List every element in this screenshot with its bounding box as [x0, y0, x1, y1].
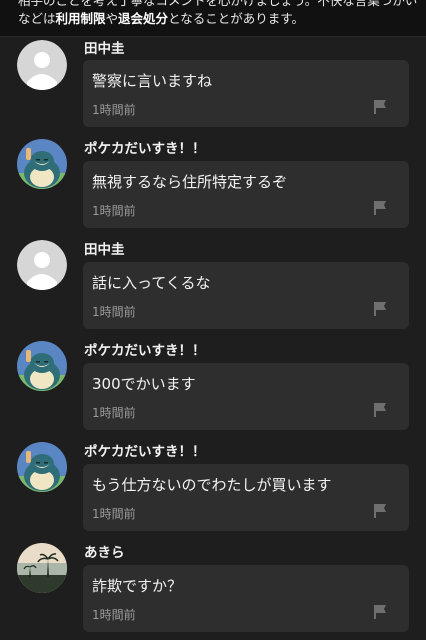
notice-line-1: 相手のことを考え丁寧なコメントを心がけましょう。不快な言葉づかい: [18, 0, 418, 8]
notice-account-suspension: 退会処分: [118, 11, 169, 26]
comment-bubble: 無視するなら住所特定するぞ 1時間前: [83, 161, 409, 228]
comment-item: ポケカだいすき！！ 無視するなら住所特定するぞ 1時間前: [0, 139, 426, 239]
comment-item: ポケカだいすき！！ もう仕方ないのでわたしが買います 1時間前: [0, 442, 426, 542]
comment-item: あきら 詐欺ですか？ 1時間前: [0, 543, 426, 640]
comment-bubble: もう仕方ないのでわたしが買います 1時間前: [83, 464, 409, 531]
comment-username[interactable]: ポケカだいすき！！: [84, 137, 206, 157]
comment-username[interactable]: あきら: [84, 541, 125, 561]
default-avatar[interactable]: [17, 40, 67, 90]
comment-timestamp: 1時間前: [92, 507, 136, 521]
notice-text: となることがあります。: [168, 11, 304, 26]
comment-text: 話に入ってくるな: [92, 274, 211, 292]
flag-icon[interactable]: [373, 604, 387, 620]
snorlax-avatar[interactable]: [17, 341, 67, 391]
comment-timestamp: 1時間前: [92, 103, 136, 117]
comment-timestamp: 1時間前: [92, 204, 136, 218]
comment-text: 警察に言いますね: [92, 72, 213, 90]
default-avatar[interactable]: [17, 240, 67, 290]
comment-text: 無視するなら住所特定するぞ: [92, 173, 288, 191]
flag-icon[interactable]: [373, 301, 387, 317]
comment-text: 詐欺ですか？: [92, 577, 183, 595]
flag-icon[interactable]: [373, 503, 387, 519]
comment-bubble: 話に入ってくるな 1時間前: [83, 262, 409, 329]
snorlax-avatar[interactable]: [17, 139, 67, 189]
flag-icon[interactable]: [373, 200, 387, 216]
notice-text: などは: [18, 11, 56, 26]
comment-timestamp: 1時間前: [92, 406, 136, 420]
notice-line-2: などは利用制限や退会処分となることがあります。: [18, 11, 304, 27]
landscape-avatar[interactable]: [17, 543, 67, 593]
comment-item: ポケカだいすき！！ 300でかいます 1時間前: [0, 341, 426, 441]
comment-thread: 相手のことを考え丁寧なコメントを心がけましょう。不快な言葉づかい などは利用制限…: [0, 0, 426, 640]
comment-timestamp: 1時間前: [92, 305, 136, 319]
comment-item: 田中圭 話に入ってくるな 1時間前: [0, 240, 426, 340]
comment-bubble: 300でかいます 1時間前: [83, 363, 409, 430]
comment-username[interactable]: 田中圭: [84, 238, 125, 258]
notice-usage-restriction: 利用制限: [55, 11, 106, 26]
comment-bubble: 警察に言いますね 1時間前: [83, 60, 409, 127]
comment-username[interactable]: 田中圭: [84, 37, 125, 57]
comment-username[interactable]: ポケカだいすき！！: [84, 440, 206, 460]
comment-text: 300でかいます: [92, 375, 196, 393]
notice-text: や: [105, 11, 119, 26]
comment-guideline-notice: 相手のことを考え丁寧なコメントを心がけましょう。不快な言葉づかい などは利用制限…: [0, 0, 426, 37]
flag-icon[interactable]: [373, 402, 387, 418]
comment-item: 田中圭 警察に言いますね 1時間前: [0, 38, 426, 138]
comment-text: もう仕方ないのでわたしが買います: [92, 476, 332, 494]
snorlax-avatar[interactable]: [17, 442, 67, 492]
comment-timestamp: 1時間前: [92, 608, 136, 622]
comment-bubble: 詐欺ですか？ 1時間前: [83, 565, 409, 632]
comment-username[interactable]: ポケカだいすき！！: [84, 339, 206, 359]
flag-icon[interactable]: [373, 99, 387, 115]
